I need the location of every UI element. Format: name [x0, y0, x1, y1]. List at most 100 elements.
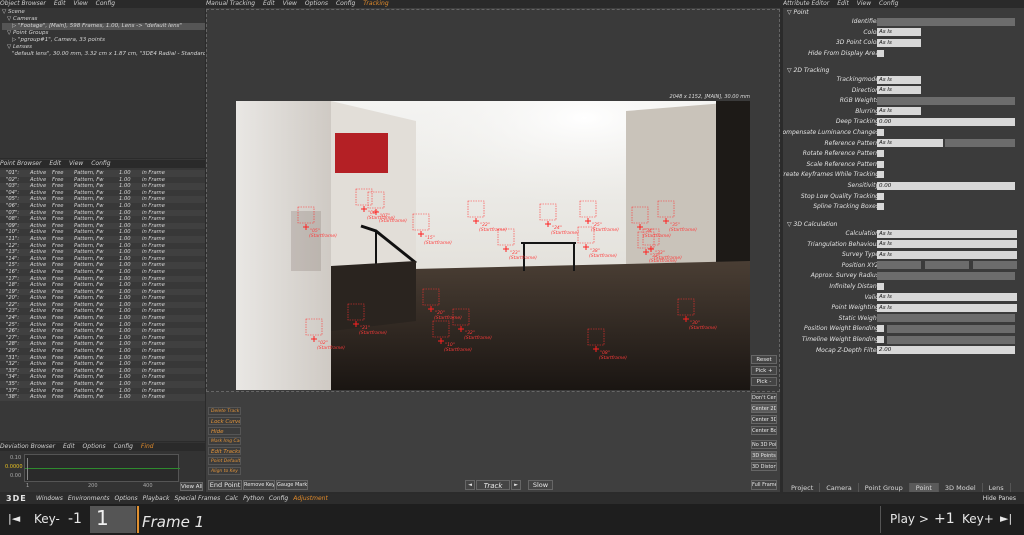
- ae-checkbox[interactable]: [877, 192, 884, 200]
- pick-minus-button[interactable]: Pick -: [751, 377, 777, 386]
- mt-menu-config[interactable]: Config: [336, 0, 355, 7]
- point-row[interactable]: "14": Active Free Pattern, Fw 1.00 in Frame: [0, 256, 205, 263]
- point-row[interactable]: "03": Active Free Pattern, Fw 1.00 in Frame: [0, 183, 205, 190]
- gauge-marker-button[interactable]: Gauge Marker: [276, 480, 308, 490]
- ae-text-field[interactable]: 0.00: [877, 181, 1015, 190]
- center-mode-button[interactable]: Center Box: [751, 426, 777, 435]
- point-row[interactable]: "33": Active Free Pattern, Fw 1.00 in Frame: [0, 367, 205, 375]
- ae-checkbox[interactable]: [877, 160, 884, 168]
- deviation-menu-config[interactable]: Config: [114, 443, 133, 450]
- center-mode-button[interactable]: 3D Distortion: [751, 462, 777, 471]
- mt-menu-options[interactable]: Options: [305, 0, 328, 7]
- ae-bar-field[interactable]: [887, 335, 1015, 344]
- deviation-menu-edit[interactable]: Edit: [63, 443, 75, 450]
- minus-one-button[interactable]: -1: [68, 511, 82, 527]
- plus-one-button[interactable]: +1: [934, 511, 955, 527]
- ae-xyz-field[interactable]: [973, 261, 1017, 270]
- ae-section-2d-tracking[interactable]: ▽ 2D Tracking: [783, 66, 1019, 75]
- point-browser-menu-edit[interactable]: Edit: [49, 160, 61, 167]
- ae-text-field[interactable]: 0.00: [877, 117, 1015, 126]
- mt-menu-edit[interactable]: Edit: [263, 0, 275, 7]
- deviation-menu-options[interactable]: Options: [83, 443, 106, 450]
- point-row[interactable]: "35": Active Free Pattern, Fw 1.00 in Frame: [0, 381, 205, 388]
- point-row[interactable]: "07": Active Free Pattern, Fw 1.00 in Frame: [0, 209, 205, 217]
- ae-extra-field[interactable]: [945, 139, 1015, 148]
- left-tool-button[interactable]: Delete Track: [208, 407, 241, 415]
- object-browser-menu-title[interactable]: Object Browser: [0, 0, 46, 7]
- hide-panes-button[interactable]: Hide Panes: [983, 494, 1016, 504]
- mt-menu-view[interactable]: View: [283, 0, 297, 7]
- ae-tab[interactable]: 3D Model: [939, 483, 983, 492]
- point-row[interactable]: "18": Active Free Pattern, Fw 1.00 in Frame: [0, 282, 205, 289]
- end-point-button[interactable]: End Point: [208, 480, 242, 490]
- ae-tab[interactable]: Lens: [983, 483, 1011, 492]
- point-browser-menu-title[interactable]: Point Browser: [0, 160, 41, 167]
- ae-text-field[interactable]: 2.00: [877, 346, 1015, 355]
- mt-menu-tracking[interactable]: Tracking: [363, 0, 388, 7]
- object-browser-menu-edit[interactable]: Edit: [54, 0, 66, 7]
- center-mode-button[interactable]: Don't Center: [751, 393, 777, 402]
- mt-menu-title[interactable]: Manual Tracking: [206, 0, 255, 7]
- ae-select[interactable]: As Is: [877, 250, 1017, 259]
- left-tool-button[interactable]: Point Defaults: [208, 457, 241, 465]
- ae-text-field[interactable]: [877, 17, 1015, 26]
- center-mode-button[interactable]: Center 2D: [751, 404, 777, 413]
- ae-bar-field[interactable]: [877, 271, 1015, 280]
- center-mode-button[interactable]: 3D Points: [751, 451, 777, 460]
- object-tree-item[interactable]: ▽ Point Groups: [2, 30, 205, 37]
- ae-tab[interactable]: Camera: [820, 483, 859, 492]
- point-row[interactable]: "10": Active Free Pattern, Fw 1.00 in Frame: [0, 229, 205, 236]
- ae-checkbox[interactable]: [877, 171, 884, 179]
- ae-menu-view[interactable]: View: [857, 0, 871, 7]
- main-menu-item-active[interactable]: Adjustment: [293, 495, 328, 502]
- main-menu-item[interactable]: Environments: [68, 495, 110, 502]
- main-menu-item[interactable]: Calc: [225, 495, 238, 502]
- remove-key-button[interactable]: Remove Key: [243, 480, 275, 490]
- point-row[interactable]: "05": Active Free Pattern, Fw 1.00 in Frame: [0, 196, 205, 203]
- object-tree-item[interactable]: ▽ Cameras: [2, 16, 205, 23]
- ae-select[interactable]: As Is: [877, 293, 1017, 302]
- point-row[interactable]: "27": Active Free Pattern, Fw 1.00 in Frame: [0, 335, 205, 342]
- object-tree-item[interactable]: ▷ "Footage", [Main], 598 Frames, 1.00, L…: [2, 23, 205, 30]
- ae-checkbox[interactable]: [877, 283, 884, 290]
- ae-checkbox[interactable]: [877, 203, 884, 211]
- reset-button[interactable]: Reset: [751, 355, 777, 364]
- point-row[interactable]: "23": Active Free Pattern, Fw 1.00 in Frame: [0, 308, 205, 315]
- view-all-button[interactable]: View All: [180, 482, 203, 491]
- deviation-menu-find[interactable]: Find: [141, 443, 154, 450]
- point-row[interactable]: "04": Active Free Pattern, Fw 1.00 in Frame: [0, 190, 205, 197]
- point-row[interactable]: "25": Active Free Pattern, Fw 1.00 in Frame: [0, 322, 205, 329]
- ae-select[interactable]: As Is: [877, 75, 921, 84]
- timeline-cursor[interactable]: [137, 506, 139, 533]
- ae-select[interactable]: As Is: [877, 303, 1017, 312]
- ae-tab[interactable]: Point: [909, 483, 939, 492]
- ae-section-point[interactable]: ▽ Point: [783, 8, 1019, 17]
- point-row[interactable]: "11": Active Free Pattern, Fw 1.00 in Frame: [0, 235, 205, 243]
- ae-select[interactable]: As Is: [877, 86, 921, 95]
- ae-checkbox[interactable]: [877, 325, 884, 333]
- left-tool-button[interactable]: Edit Tracks: [208, 447, 241, 455]
- last-frame-button[interactable]: ►|: [1000, 512, 1012, 525]
- ae-menu-edit[interactable]: Edit: [837, 0, 849, 7]
- point-row[interactable]: "12": Active Free Pattern, Fw 1.00 in Frame: [0, 243, 205, 250]
- slow-button[interactable]: Slow: [528, 480, 553, 490]
- point-row[interactable]: "13": Active Free Pattern, Fw 1.00 in Frame: [0, 249, 205, 256]
- ae-tab[interactable]: Project: [785, 483, 821, 492]
- ae-bar-field[interactable]: [877, 314, 1015, 323]
- ae-tab[interactable]: Point Group: [859, 483, 910, 492]
- ae-select[interactable]: As Is: [877, 139, 943, 148]
- ae-select[interactable]: As Is: [877, 28, 921, 37]
- main-menu-item[interactable]: Python: [243, 495, 264, 502]
- ae-bar-field[interactable]: [887, 324, 1015, 333]
- ae-select[interactable]: As Is: [877, 229, 1017, 238]
- main-menu-item[interactable]: Windows: [36, 495, 63, 502]
- point-row[interactable]: "08": Active Free Pattern, Fw 1.00 in Frame: [0, 216, 205, 223]
- point-row[interactable]: "37": Active Free Pattern, Fw 1.00 in Frame: [0, 388, 205, 395]
- object-browser-menu-view[interactable]: View: [73, 0, 87, 7]
- main-menu-item[interactable]: Playback: [143, 495, 170, 502]
- point-row[interactable]: "38": Active Free Pattern, Fw 1.00 in Frame: [0, 394, 205, 401]
- main-menu-item[interactable]: Config: [269, 495, 288, 502]
- point-row[interactable]: "29": Active Free Pattern, Fw 1.00 in Frame: [0, 348, 205, 355]
- point-row[interactable]: "28": Active Free Pattern, Fw 1.00 in Frame: [0, 341, 205, 349]
- ae-checkbox[interactable]: [877, 150, 884, 158]
